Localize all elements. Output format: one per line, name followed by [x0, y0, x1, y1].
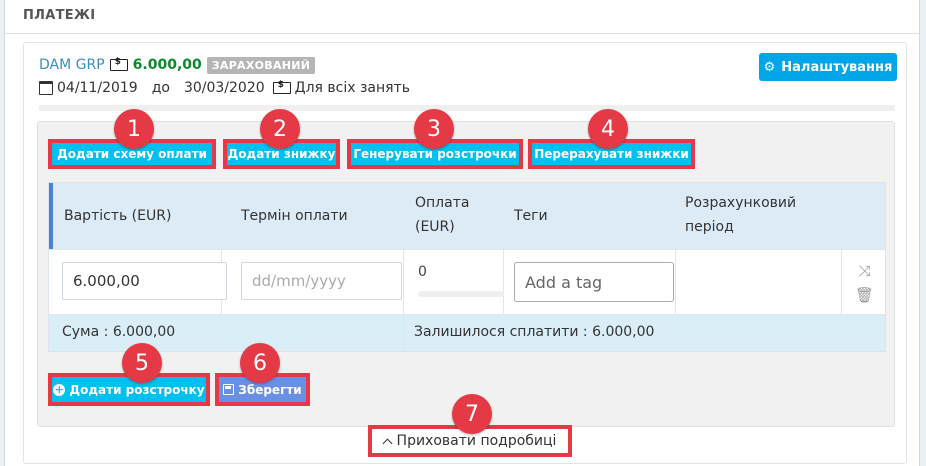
column-divider	[841, 250, 842, 314]
floppy-disk-icon	[223, 384, 235, 395]
add-installment-label: Додати розстрочку	[69, 382, 205, 397]
row-actions: ⤨ 🗑	[855, 262, 874, 304]
total-sum: Сума : 6.000,00	[62, 324, 176, 340]
status-badge: ЗАРАХОВАНИЙ	[206, 56, 316, 74]
header-period: Розрахунковий період	[685, 191, 796, 239]
divider	[39, 105, 895, 111]
header-due-date: Термін оплати	[241, 208, 348, 224]
date-from: 04/11/2019	[57, 80, 138, 96]
settings-label: Налаштування	[781, 59, 893, 75]
section-header: ПЛАТЕЖІ	[5, 0, 919, 34]
header-paid-line1: Оплата	[415, 195, 470, 211]
payments-section: ПЛАТЕЖІ DAM GRP 6.000,00 ЗАРАХОВАНИЙ 04/…	[4, 0, 920, 466]
installments-table: Вартість (EUR) Термін оплати Оплата (EUR…	[48, 182, 886, 352]
step-badge-6: 6	[240, 343, 280, 383]
gear-icon: ⚙	[763, 59, 776, 75]
calendar-icon	[39, 81, 53, 95]
step-badge-5: 5	[122, 343, 162, 383]
contract-scope: Для всіх занять	[294, 80, 410, 96]
step-badge-7: 7	[452, 394, 492, 434]
paid-progress-bar	[418, 291, 504, 297]
contract-dates: 04/11/2019 до 30/03/2020 Для всіх занять	[39, 80, 410, 96]
step-badge-4: 4	[588, 109, 628, 149]
date-separator: до	[151, 80, 170, 96]
chevron-up-icon	[382, 438, 392, 448]
due-date-input[interactable]	[241, 262, 402, 300]
shuffle-icon[interactable]: ⤨	[859, 262, 871, 280]
column-divider	[403, 315, 404, 351]
contract-panel: DAM GRP 6.000,00 ЗАРАХОВАНИЙ 04/11/2019 …	[23, 42, 907, 464]
date-to: 30/03/2020	[183, 80, 265, 96]
installments-well: Додати схему оплати Додати знижку Генеру…	[37, 109, 895, 427]
trash-icon[interactable]: 🗑	[855, 286, 874, 304]
cost-input[interactable]	[62, 262, 227, 300]
settings-button[interactable]: ⚙ Налаштування	[759, 53, 897, 81]
contract-amount: 6.000,00	[132, 57, 202, 73]
remaining-amount: Залишилося сплатити : 6.000,00	[414, 324, 655, 340]
column-divider	[675, 250, 676, 314]
step-badge-3: 3	[414, 109, 454, 149]
paid-value: 0	[418, 264, 427, 280]
table-footer: Сума : 6.000,00 Залишилося сплатити : 6.…	[49, 315, 885, 351]
header-paid: Оплата (EUR)	[415, 191, 469, 239]
step-badge-1: 1	[114, 109, 154, 149]
section-title: ПЛАТЕЖІ	[23, 8, 96, 23]
header-period-line1: Розрахунковий	[685, 195, 797, 211]
save-label: Зберегти	[238, 382, 302, 397]
tags-input[interactable]: Add a tag	[514, 262, 674, 302]
money-icon	[272, 80, 291, 94]
contract-summary: DAM GRP 6.000,00 ЗАРАХОВАНИЙ	[39, 55, 316, 75]
table-header: Вартість (EUR) Термін оплати Оплата (EUR…	[49, 183, 885, 249]
column-divider	[403, 250, 404, 314]
table-row: 0 Add a tag ⤨ 🗑	[49, 249, 885, 315]
step-badge-2: 2	[260, 109, 300, 149]
plus-circle-icon: +	[53, 382, 66, 396]
money-icon	[109, 57, 128, 71]
header-tags: Теги	[514, 208, 548, 224]
header-paid-line2: (EUR)	[415, 219, 455, 235]
hide-details-label: Приховати подробиці	[396, 433, 557, 449]
column-divider	[503, 250, 504, 314]
header-cost: Вартість (EUR)	[64, 208, 172, 224]
header-period-line2: період	[685, 219, 734, 235]
contract-name-link[interactable]: DAM GRP	[39, 57, 105, 73]
